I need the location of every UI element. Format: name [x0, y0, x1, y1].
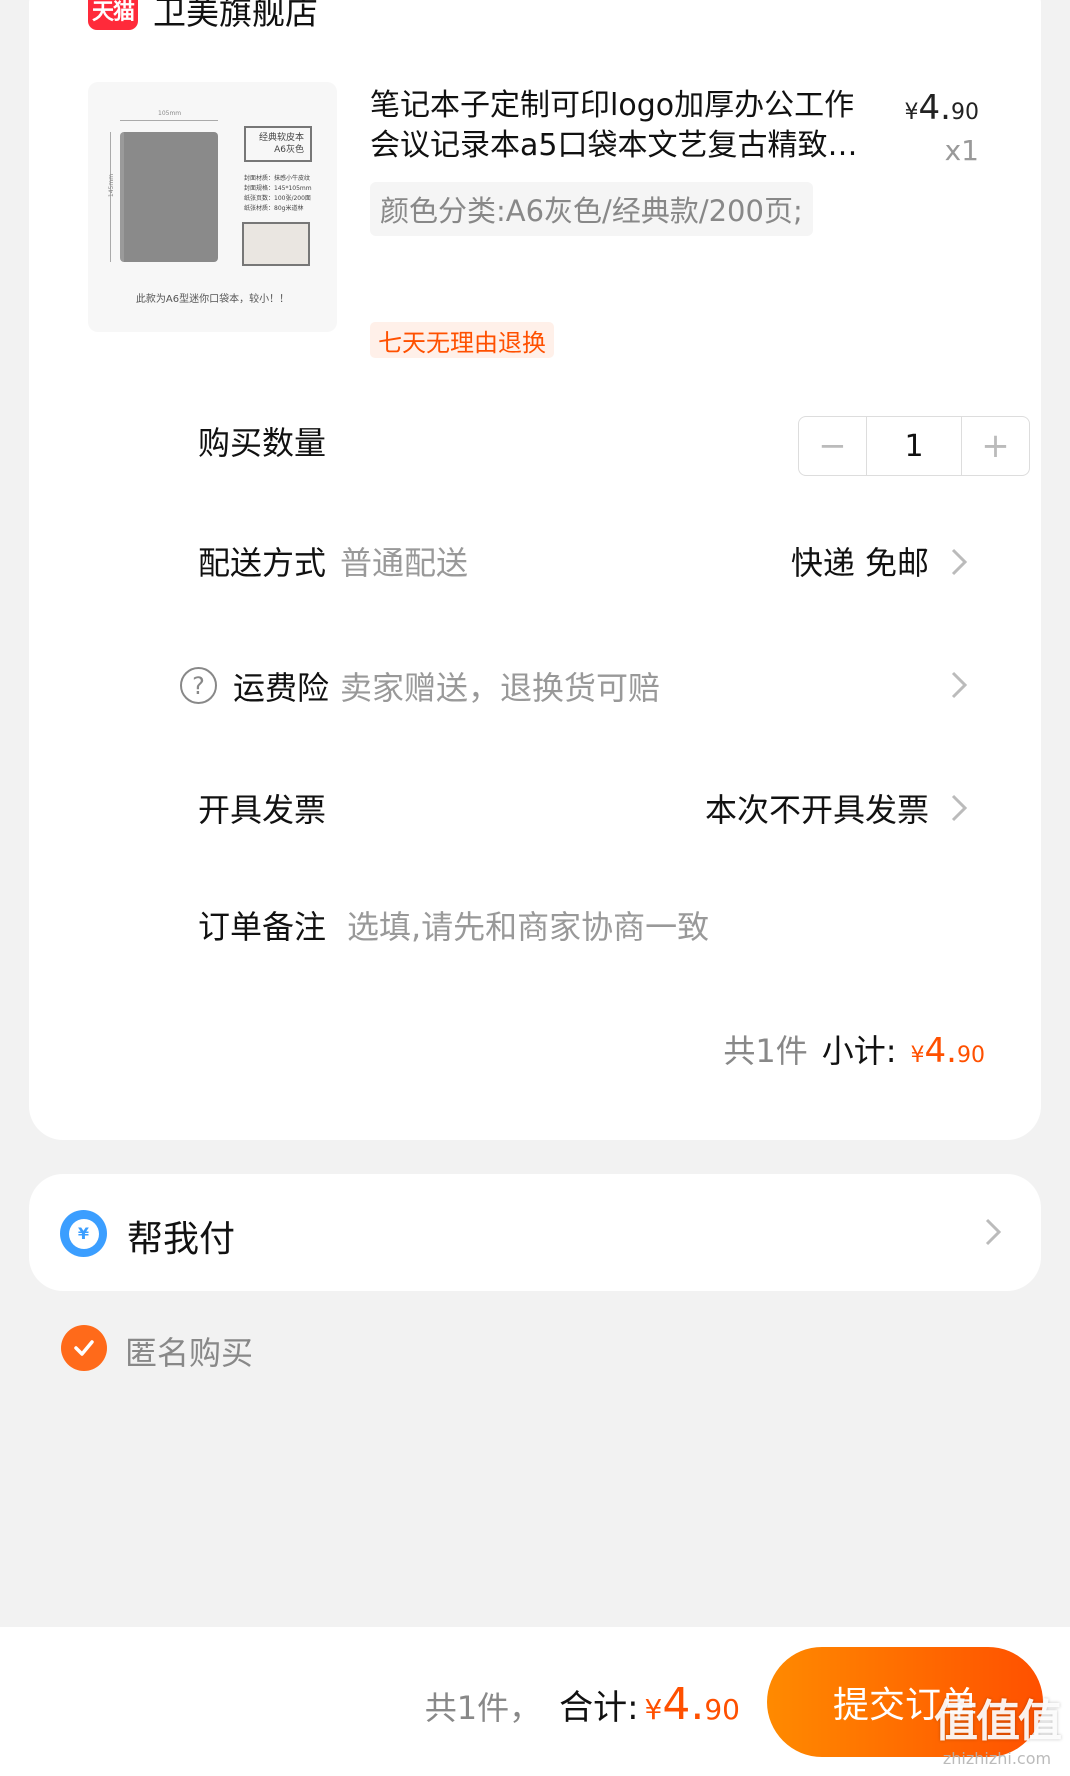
price-decimal: 90 [957, 1043, 985, 1068]
image-label-box: 经典软皮本 A6灰色 [244, 126, 312, 162]
note-input[interactable]: 选填,请先和商家协商一致 [347, 902, 709, 948]
pay-for-me-row[interactable]: ¥ 帮我付 [29, 1174, 1041, 1291]
price-decimal: 90 [704, 1693, 740, 1726]
subtotal: 共1件 小计: ¥4.90 [723, 1026, 985, 1072]
notebook-illustration [120, 132, 218, 262]
help-icon[interactable]: ? [180, 667, 217, 704]
image-spec-line: 封面规格：145*105mm [244, 185, 312, 192]
chevron-right-icon[interactable] [973, 1212, 1013, 1252]
currency-symbol: ¥ [644, 1693, 663, 1726]
product-quantity: x1 [944, 134, 979, 167]
watermark-url: zhizhizhi.com [942, 1749, 1052, 1768]
shop-name: 卫美旗舰店 [153, 0, 318, 32]
product-title[interactable]: 笔记本子定制可印logo加厚办公工作 会议记录本a5口袋本文艺复古精致… [370, 86, 910, 166]
image-label-line: 经典软皮本 [258, 133, 304, 143]
invoice-label: 开具发票 [198, 791, 327, 829]
total-label: 合计: [559, 1688, 639, 1728]
currency-symbol: ¥ [904, 100, 919, 125]
quantity-value[interactable]: 1 [866, 417, 962, 475]
checkmark-icon [74, 1340, 94, 1356]
order-card: 天猫 卫美旗舰店 105mm 145mm 经典软皮本 A6灰色 封面材质：抹感小… [29, 0, 1041, 1140]
insurance-label: 运费险 [233, 669, 330, 707]
order-confirm-page: 天猫 卫美旗舰店 105mm 145mm 经典软皮本 A6灰色 封面材质：抹感小… [0, 0, 1070, 1776]
subtotal-label: 小计: [821, 1032, 897, 1070]
total-amount: ¥4.90 [645, 1679, 740, 1730]
note-label: 订单备注 [198, 908, 327, 946]
return-policy-badge: 七天无理由退换 [370, 322, 554, 358]
image-photo-inset [242, 222, 310, 266]
price-decimal: 90 [951, 100, 979, 125]
price-integer: 4. [918, 88, 951, 128]
watermark-text: 值值值 [934, 1696, 1062, 1747]
anonymous-checkbox[interactable] [61, 1325, 107, 1371]
chevron-right-icon[interactable] [939, 788, 979, 828]
chevron-right-icon[interactable] [939, 542, 979, 582]
product-price: ¥4.90 [905, 88, 979, 128]
image-caption: 此款为A6型迷你口袋本，较小！！ [135, 294, 290, 305]
quantity-label: 购买数量 [198, 424, 327, 462]
yuan-symbol: ¥ [68, 1218, 99, 1249]
price-integer: 4. [924, 1031, 957, 1071]
delivery-label: 配送方式 [198, 544, 327, 582]
pay-for-me-label: 帮我付 [127, 1219, 236, 1260]
checkout-bar: 共1件， 合计: ¥4.90 提交订单 值值值 zhizhizhi.com [0, 1627, 1070, 1776]
quantity-stepper[interactable]: − 1 + [798, 416, 1030, 476]
image-label-line: A6灰色 [274, 145, 304, 155]
decrease-button[interactable]: − [799, 417, 866, 475]
image-spec-line: 封面材质：抹感小牛皮纹 [244, 175, 311, 182]
subtotal-count: 共1件 [723, 1032, 808, 1070]
invoice-value[interactable]: 本次不开具发票 [705, 785, 929, 831]
image-dimension-width: 105mm [158, 110, 182, 117]
product-title-line: 笔记本子定制可印logo加厚办公工作 [370, 88, 855, 123]
image-spec-line: 纸张页数：100张/200面 [244, 195, 311, 202]
delivery-method: 普通配送 [340, 544, 469, 582]
price-integer: 4. [662, 1679, 705, 1730]
total-count: 共1件， [424, 1689, 542, 1727]
product-image[interactable]: 105mm 145mm 经典软皮本 A6灰色 封面材质：抹感小牛皮纹 封面规格：… [88, 82, 337, 332]
order-total: 共1件， 合计: ¥4.90 [425, 1679, 740, 1730]
image-spec-line: 纸张材质：80g米道林 [244, 205, 304, 212]
anonymous-label[interactable]: 匿名购买 [125, 1328, 253, 1374]
yuan-coin-icon: ¥ [60, 1210, 107, 1257]
chevron-right-icon[interactable] [939, 665, 979, 705]
subtotal-amount: ¥4.90 [911, 1031, 985, 1071]
product-title-line: 会议记录本a5口袋本文艺复古精致… [370, 128, 858, 163]
currency-symbol: ¥ [910, 1043, 925, 1068]
dimension-line [120, 120, 218, 121]
increase-button[interactable]: + [962, 417, 1029, 475]
tmall-logo-icon: 天猫 [88, 0, 138, 30]
image-spec-list: 封面材质：抹感小牛皮纹 封面规格：145*105mm 纸张页数：100张/200… [244, 174, 312, 214]
watermark-logo: 值值值 zhizhizhi.com [934, 1685, 1062, 1768]
sku-tag[interactable]: 颜色分类:A6灰色/经典款/200页; [370, 182, 813, 236]
insurance-value: 卖家赠送，退换货可赔 [340, 669, 661, 707]
shop-header[interactable]: 天猫 卫美旗舰店 [88, 0, 318, 35]
image-dimension-height: 145mm [108, 173, 116, 198]
delivery-shipping[interactable]: 快递 免邮 [791, 538, 929, 584]
